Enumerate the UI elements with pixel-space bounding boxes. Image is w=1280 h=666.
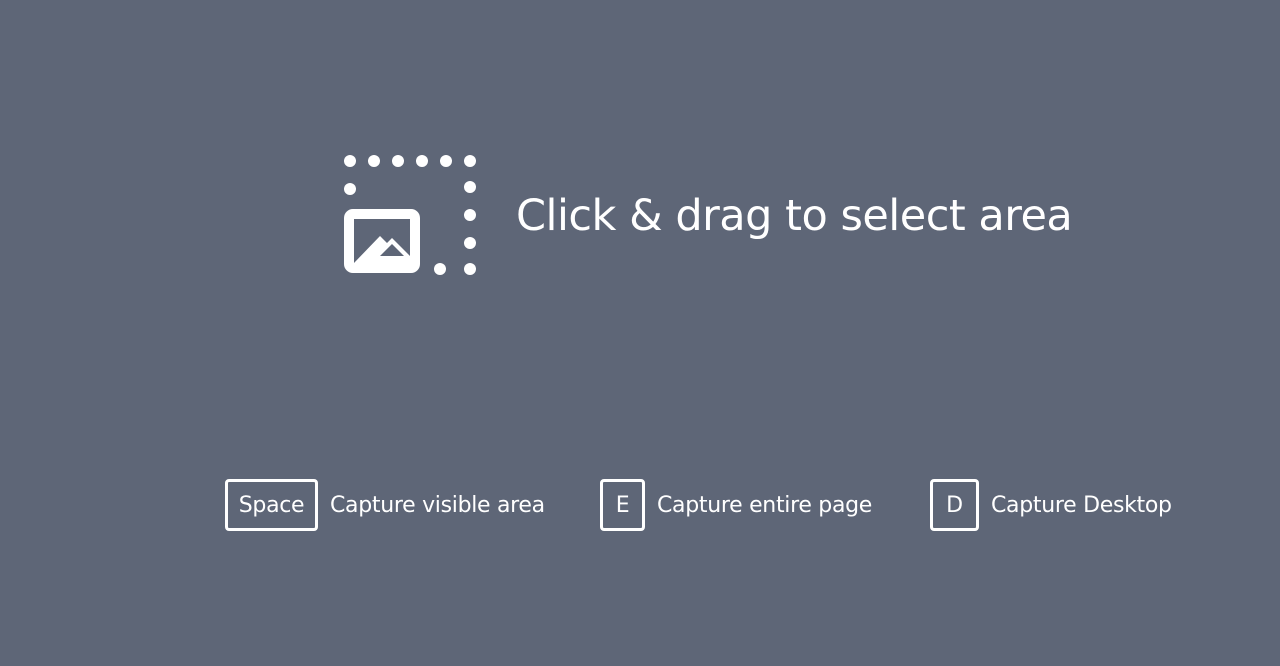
capture-overlay[interactable]: Click & drag to select area Space Captur… — [0, 0, 1280, 666]
select-area-icon — [344, 155, 476, 275]
space-key[interactable]: Space — [225, 479, 318, 531]
capture-entire-page-label[interactable]: Capture entire page — [657, 493, 872, 518]
capture-visible-area-shortcut[interactable]: Space Capture visible area — [225, 479, 545, 531]
select-area-prompt: Click & drag to select area — [516, 191, 1073, 241]
capture-desktop-shortcut[interactable]: D Capture Desktop — [930, 479, 1172, 531]
shortcut-bar: Space Capture visible area E Capture ent… — [0, 479, 1280, 531]
capture-visible-area-label[interactable]: Capture visible area — [330, 493, 545, 518]
capture-desktop-label[interactable]: Capture Desktop — [991, 493, 1172, 518]
capture-entire-page-shortcut[interactable]: E Capture entire page — [600, 479, 872, 531]
e-key[interactable]: E — [600, 479, 645, 531]
d-key[interactable]: D — [930, 479, 979, 531]
selection-prompt: Click & drag to select area — [340, 152, 1073, 278]
